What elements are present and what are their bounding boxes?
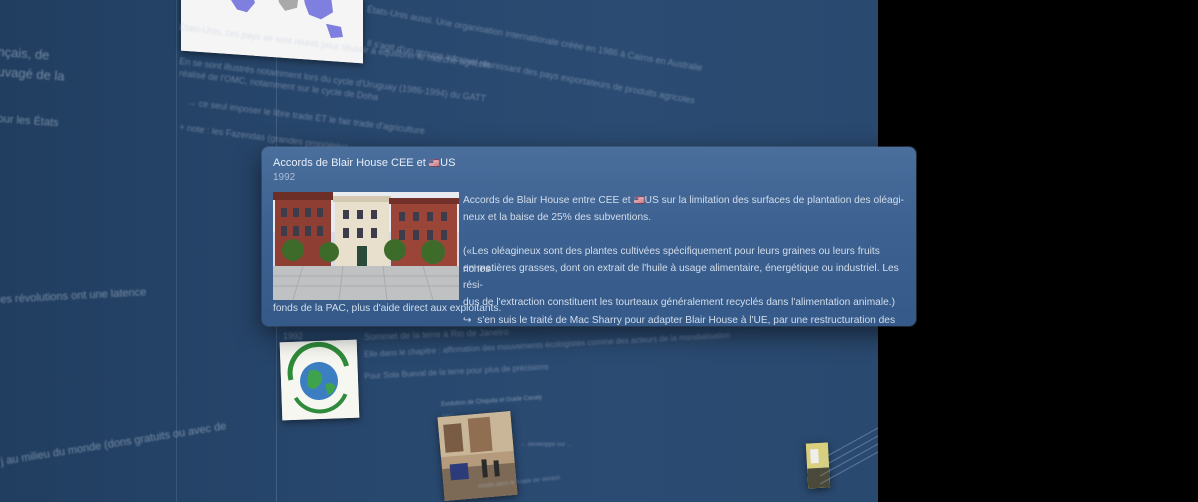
description-text: Accords de Blair House entre CEE et — [463, 195, 631, 206]
description-text: s'en suis le traité de Mac Sharry pour a… — [477, 314, 896, 326]
building-photo-graphic — [273, 192, 459, 300]
us-flag-icon: 🇺🇸 — [633, 195, 645, 205]
background-text: Sommet de la terre à Rio de Janeiro — [364, 326, 509, 342]
background-text: j au milieu du monde (dons gratuits ou a… — [0, 420, 228, 468]
event-year: 1992 — [283, 331, 304, 341]
event-description-continued: en matières grasses, dont on extrait de … — [463, 260, 909, 329]
us-flag-icon: 🇺🇸 — [428, 158, 441, 168]
background-text: Pour Sola Bueval de la terre pour plus d… — [364, 362, 549, 381]
background-text: uvagé de la — [0, 64, 66, 84]
event-title-suffix: US — [440, 157, 456, 169]
description-text: US sur la limitation des surfaces de pla… — [644, 195, 905, 206]
blair-house-photo[interactable] — [273, 192, 459, 300]
background-text: nçais, de — [0, 44, 50, 63]
event-detail-card[interactable]: Accords de Blair House CEE et 🇺🇸US 1992 — [262, 147, 916, 326]
background-text: Il s'agit d'un groupe informel réunissan… — [366, 38, 696, 106]
column-divider — [176, 0, 177, 502]
description-line: en matières grasses, dont on extrait de … — [463, 263, 899, 292]
description-line: neux et la baise de 25% des subventions. — [463, 212, 652, 224]
return-arrow-icon: ↪ — [463, 314, 472, 326]
description-line: fonds de la PAC, plus d'aide direct aux … — [273, 303, 502, 314]
background-text: États-Unis aussi. Une organisation inter… — [366, 4, 704, 73]
event-title: Évolution de Chiquita et Guide Cavaly — [441, 394, 543, 408]
rio-summit-logo[interactable] — [279, 339, 360, 421]
background-text: → développe sur ... — [520, 442, 573, 448]
description-line: dus de l'extraction constituent les tour… — [463, 297, 895, 309]
event-title-prefix: Accords de Blair House CEE et — [273, 157, 426, 169]
description-line: Accords de Blair House entre CEE et 🇺🇸US… — [463, 192, 909, 209]
background-text: es révolutions ont une latence — [0, 286, 147, 306]
event-title: Accords de Blair House CEE et 🇺🇸US — [273, 157, 455, 169]
earth-globe-icon — [279, 339, 360, 421]
connector-lines — [820, 427, 878, 485]
description-line: ↪ s'en suis le traité de Mac Sharry pour… — [463, 312, 909, 329]
background-text: our les États — [0, 113, 59, 130]
event-year: 1992 — [273, 172, 296, 183]
